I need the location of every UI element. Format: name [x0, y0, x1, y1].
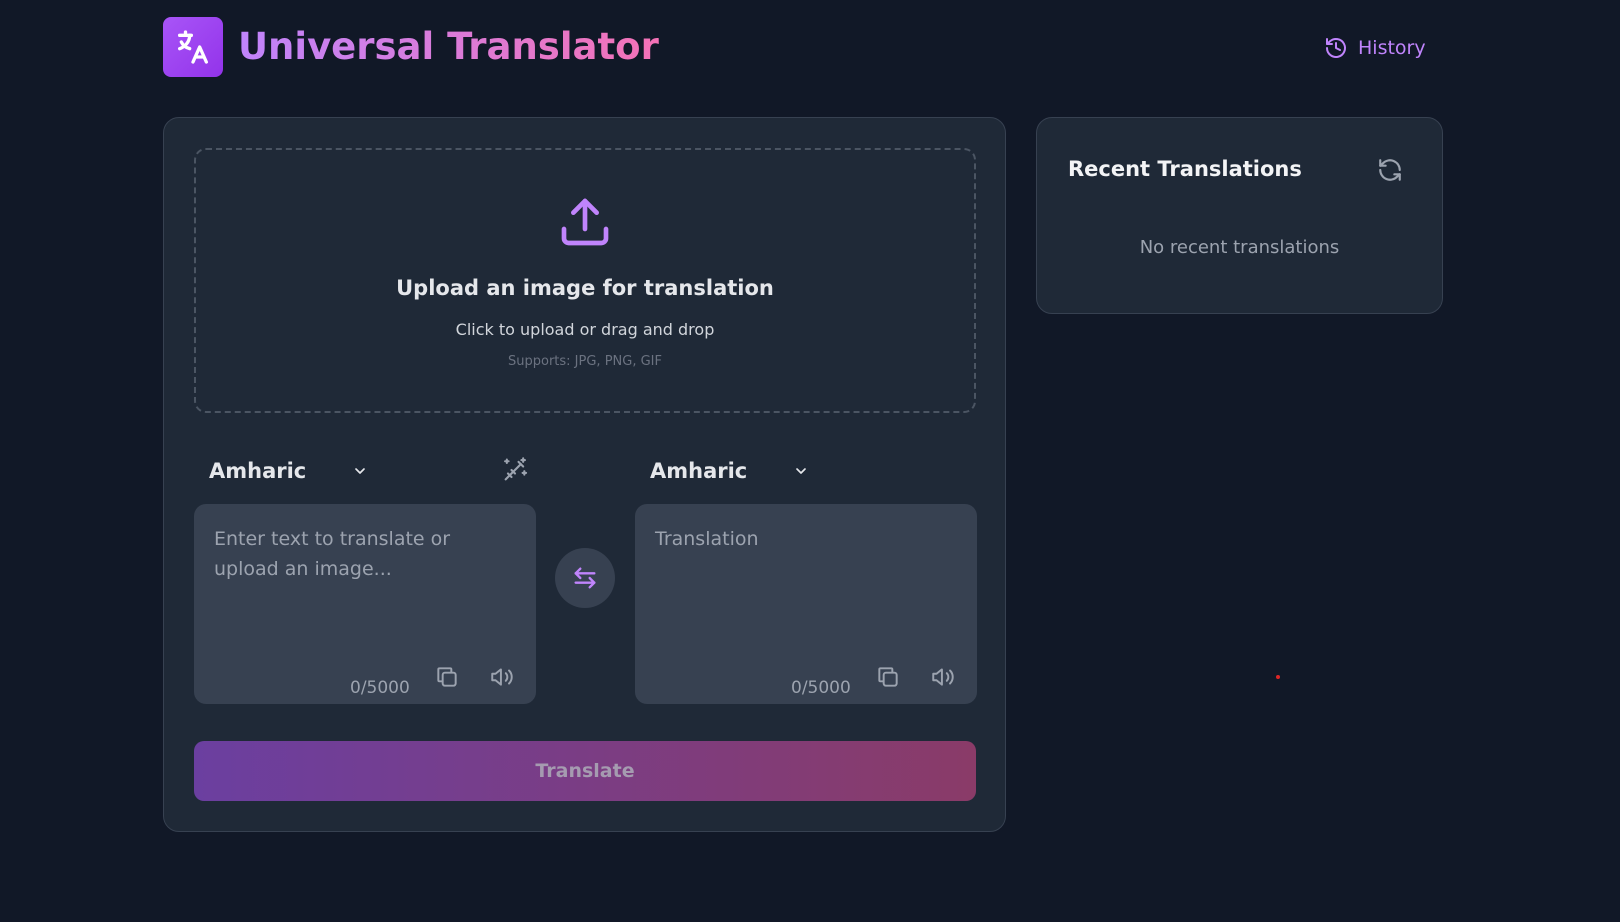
- chevron-down-icon: [355, 468, 366, 474]
- source-language-select[interactable]: Amharic: [209, 453, 368, 489]
- upload-supported-formats: Supports: JPG, PNG, GIF: [508, 354, 662, 369]
- header: Universal Translator History: [163, 17, 1620, 77]
- copy-source-button[interactable]: [434, 664, 460, 694]
- upload-title: Upload an image for translation: [396, 276, 774, 300]
- translate-icon: [178, 30, 208, 64]
- app-title: Universal Translator: [238, 25, 659, 68]
- speak-source-button[interactable]: [489, 664, 515, 694]
- auto-detect-button[interactable]: [501, 456, 529, 488]
- cursor-dot: [1276, 675, 1280, 679]
- copy-icon: [878, 667, 898, 687]
- refresh-icon: [1379, 159, 1401, 181]
- chevron-down-icon: [796, 468, 807, 474]
- translator-card: Upload an image for translation Click to…: [163, 117, 1006, 832]
- source-language-label: Amharic: [209, 459, 307, 483]
- refresh-button[interactable]: [1377, 157, 1403, 187]
- translation-output[interactable]: Translation: [655, 524, 957, 554]
- magic-wand-icon: [504, 457, 528, 481]
- speak-translation-button[interactable]: [930, 664, 956, 694]
- copy-icon: [437, 667, 457, 687]
- translate-button[interactable]: Translate: [194, 741, 976, 801]
- app-root: Universal Translator History Upload an i…: [0, 0, 1620, 922]
- upload-subtitle: Click to upload or drag and drop: [455, 320, 715, 339]
- target-language-select[interactable]: Amharic: [650, 453, 809, 489]
- speaker-icon: [491, 668, 513, 686]
- image-upload-dropzone[interactable]: Upload an image for translation Click to…: [194, 148, 976, 413]
- logo: [163, 17, 223, 77]
- history-icon: [1326, 38, 1346, 58]
- target-char-count: 0/5000: [791, 678, 851, 698]
- empty-state-text: No recent translations: [1139, 237, 1340, 258]
- recent-translations-title: Recent Translations: [1068, 157, 1302, 181]
- source-char-count: 0/5000: [350, 678, 410, 698]
- history-button[interactable]: History: [1324, 31, 1426, 65]
- target-language-label: Amharic: [650, 459, 748, 483]
- speaker-icon: [932, 668, 954, 686]
- recent-translations-card: Recent Translations No recent translatio…: [1036, 117, 1443, 314]
- target-text-box[interactable]: Translation 0/5000: [635, 504, 977, 704]
- upload-icon: [561, 198, 609, 246]
- swap-languages-button[interactable]: [555, 548, 615, 608]
- history-label: History: [1358, 37, 1426, 59]
- source-text-box[interactable]: Enter text to translate or upload an ima…: [194, 504, 536, 704]
- source-text-input[interactable]: Enter text to translate or upload an ima…: [214, 524, 516, 584]
- copy-translation-button[interactable]: [875, 664, 901, 694]
- swap-arrows-icon: [574, 567, 596, 589]
